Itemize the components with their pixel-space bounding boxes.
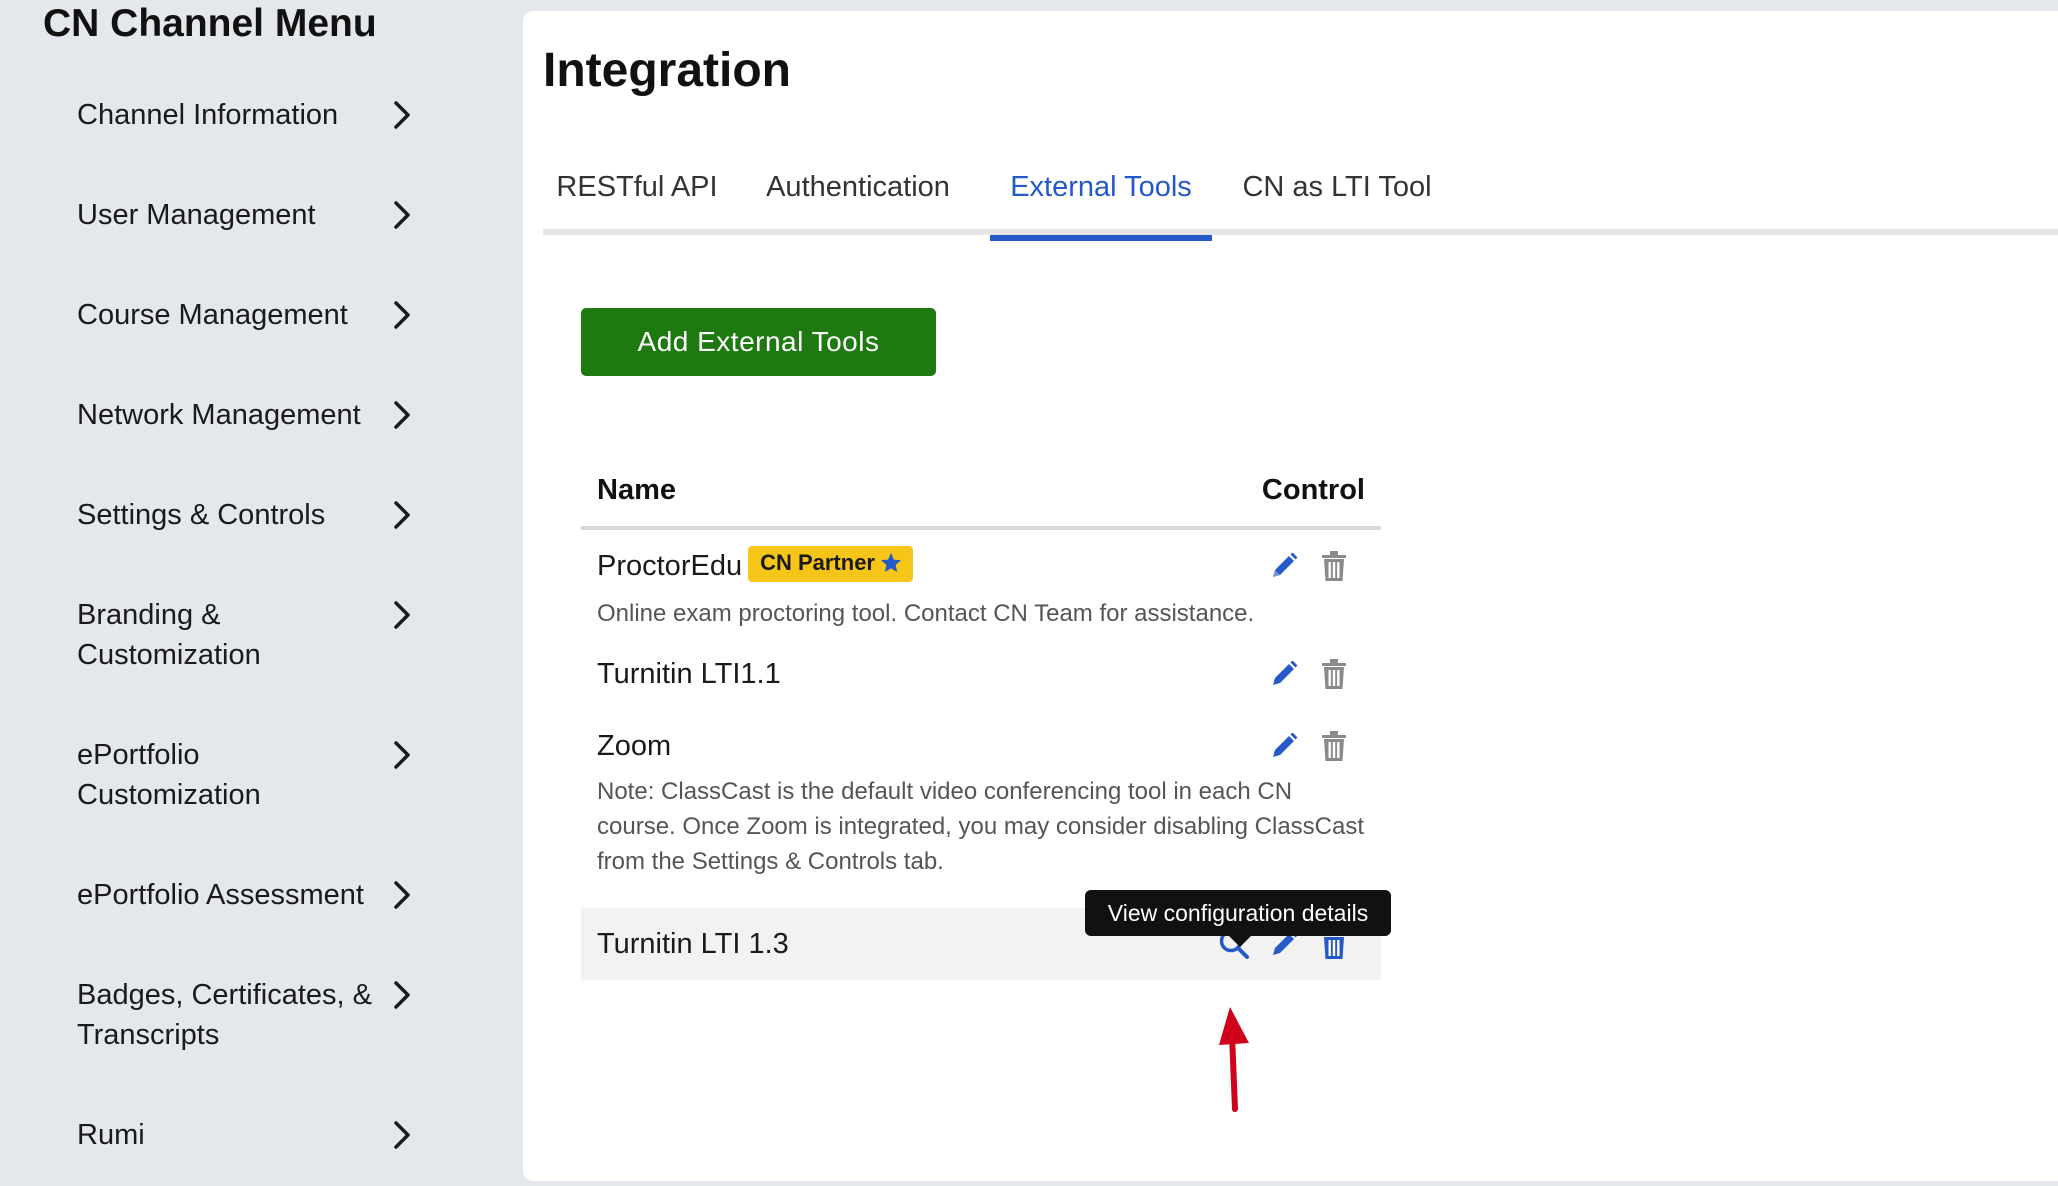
tool-name: Turnitin LTI1.1: [597, 658, 781, 690]
trash-icon: [1322, 731, 1346, 761]
sidebar-item-settings-controls[interactable]: Settings & Controls: [77, 495, 417, 535]
sidebar-item-course-management[interactable]: Course Management: [77, 295, 417, 335]
chevron-right-icon: [394, 401, 410, 429]
tooltip-pointer: [1228, 935, 1252, 947]
sidebar-item-label: Rumi: [77, 1119, 145, 1151]
pencil-icon: [1273, 660, 1298, 685]
chevron-right-icon: [394, 501, 410, 529]
delete-button[interactable]: [1317, 549, 1351, 583]
chevron-right-icon: [394, 601, 410, 629]
tab-cn-as-lti-tool[interactable]: CN as LTI Tool: [1226, 151, 1448, 235]
tab-restful-api[interactable]: RESTful API: [543, 151, 731, 235]
sidebar-item-label: Branding & Customization: [77, 599, 261, 671]
sidebar-item-label: User Management: [77, 199, 316, 231]
sidebar-item-eportfolio-customization[interactable]: ePortfolio Customization: [77, 735, 417, 815]
page-title: Integration: [543, 44, 791, 97]
trash-icon: [1322, 659, 1346, 689]
integration-tabs: RESTful API Authentication External Tool…: [543, 151, 2058, 241]
star-icon: [881, 552, 901, 572]
tab-external-tools[interactable]: External Tools: [990, 151, 1212, 241]
sidebar-item-rumi[interactable]: Rumi: [77, 1115, 417, 1155]
sidebar-item-label: Badges, Certificates, & Transcripts: [77, 979, 372, 1051]
sidebar-item-eportfolio-assessment[interactable]: ePortfolio Assessment: [77, 875, 417, 915]
pencil-icon: [1273, 552, 1298, 577]
sidebar-item-network-management[interactable]: Network Management: [77, 395, 417, 435]
tool-name: Turnitin LTI 1.3: [597, 928, 789, 960]
tab-authentication[interactable]: Authentication: [743, 151, 973, 235]
delete-button[interactable]: [1317, 729, 1351, 763]
table-row-turnitin-lti11: Turnitin LTI1.1: [581, 640, 1381, 712]
chevron-right-icon: [394, 301, 410, 329]
sidebar-item-user-management[interactable]: User Management: [77, 195, 417, 235]
table-header: Name Control: [581, 456, 1381, 530]
sidebar-title: CN Channel Menu: [43, 2, 377, 45]
sidebar-item-badges-certificates-transcripts[interactable]: Badges, Certificates, & Transcripts: [77, 975, 417, 1055]
chevron-right-icon: [394, 1121, 410, 1149]
tooltip: View configuration details: [1085, 890, 1391, 936]
sidebar-item-label: Network Management: [77, 399, 361, 431]
chevron-right-icon: [394, 881, 410, 909]
integration-panel: Integration RESTful API Authentication E…: [523, 11, 2058, 1181]
channel-menu-sidebar: CN Channel Menu Channel Information User…: [0, 0, 523, 1186]
tool-description: Online exam proctoring tool. Contact CN …: [597, 600, 1255, 627]
trash-icon: [1322, 551, 1346, 581]
tool-name: ProctorEdu: [597, 550, 743, 582]
sidebar-item-label: ePortfolio Assessment: [77, 879, 364, 911]
sidebar-item-channel-information[interactable]: Channel Information: [77, 95, 417, 135]
add-external-tools-button[interactable]: Add External Tools: [581, 308, 936, 376]
edit-button[interactable]: [1267, 549, 1301, 583]
column-header-control: Control: [1261, 474, 1365, 506]
edit-button[interactable]: [1267, 657, 1301, 691]
sidebar-item-label: ePortfolio Customization: [77, 739, 261, 811]
edit-button[interactable]: [1267, 729, 1301, 763]
chevron-right-icon: [394, 981, 410, 1009]
table-row-zoom: Zoom Note: ClassCast is the default vide…: [581, 712, 1381, 908]
column-header-name: Name: [597, 474, 676, 506]
sidebar-item-label: Channel Information: [77, 99, 339, 131]
tool-name: Zoom: [597, 730, 672, 762]
annotation-arrow-icon: [1219, 1007, 1249, 1112]
delete-button[interactable]: [1317, 657, 1351, 691]
sidebar-item-branding-customization[interactable]: Branding & Customization: [77, 595, 417, 675]
chevron-right-icon: [394, 101, 410, 129]
pencil-icon: [1273, 732, 1298, 757]
chevron-right-icon: [394, 201, 410, 229]
sidebar-item-label: Course Management: [77, 299, 348, 331]
chevron-right-icon: [394, 741, 410, 769]
cn-partner-badge: CN Partner: [748, 546, 913, 583]
sidebar-item-label: Settings & Controls: [77, 499, 326, 531]
table-row-proctoredu: ProctorEdu CN Partner Online exam proctor…: [581, 530, 1381, 640]
tool-description: Note: ClassCast is the default video con…: [597, 778, 1365, 875]
